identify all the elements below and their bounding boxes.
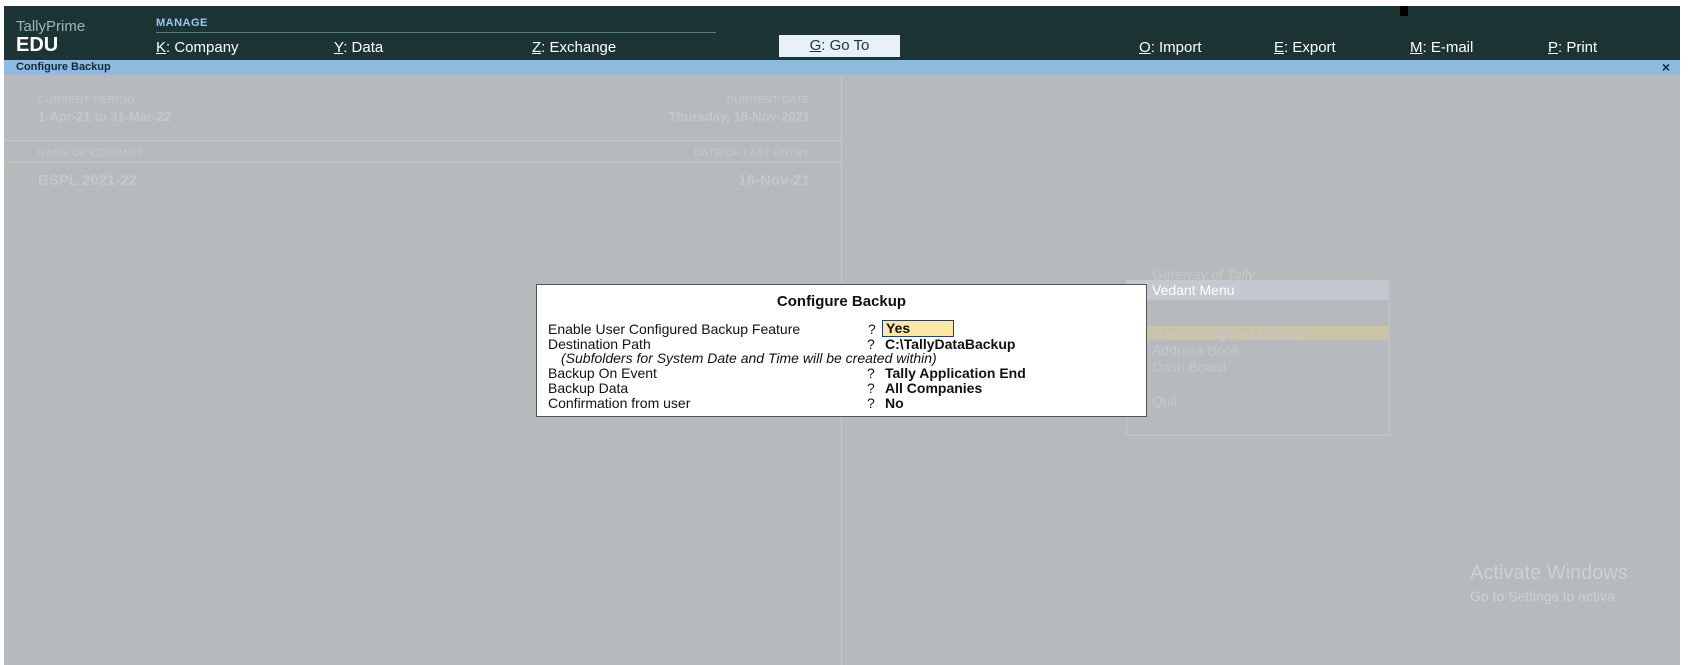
company-name-label: NAME OF COMPANY [38, 148, 144, 159]
manage-section-label: MANAGE [156, 17, 208, 29]
enable-backup-field[interactable]: Yes [882, 320, 954, 337]
last-entry-label: DATE OF LAST ENTRY [694, 148, 810, 159]
confirmation-q: ? [867, 395, 875, 411]
gateway-panel [1126, 280, 1390, 436]
edition-label: EDU [16, 34, 59, 56]
menu-data[interactable]: Y: Data [334, 39, 383, 56]
backup-data-label: Backup Data [548, 380, 629, 396]
window-title-bar: Configure Backup × [4, 59, 1680, 75]
company-name[interactable]: BSPL 2021-22 [38, 172, 137, 189]
menu-export[interactable]: E: Export [1274, 39, 1336, 56]
menu-go-to[interactable]: G: Go To [779, 35, 900, 57]
current-date-value: Thursday, 18-Nov-2021 [668, 109, 810, 124]
destination-path-note: (Subfolders for System Date and Time wil… [561, 350, 937, 366]
backup-data-value[interactable]: All Companies [885, 380, 982, 396]
activation-watermark-title: Activate Windows [1470, 562, 1628, 584]
window-title: Configure Backup [16, 61, 111, 73]
menu-print[interactable]: P: Print [1548, 39, 1597, 56]
current-period-label: CURRENT PERIOD [38, 95, 135, 106]
current-date-label: CURRENT DATE [726, 95, 810, 106]
info-divider-1 [4, 140, 841, 141]
backup-event-label: Backup On Event [548, 365, 657, 381]
enable-backup-q: ? [868, 321, 876, 337]
manage-divider [156, 32, 716, 33]
gateway-item-address-book[interactable]: Address Book [1152, 342, 1239, 358]
confirmation-value[interactable]: No [885, 395, 904, 411]
menu-email[interactable]: M: E-mail [1410, 39, 1473, 56]
enable-backup-label: Enable User Configured Backup Feature [548, 321, 801, 337]
backup-event-value[interactable]: Tally Application End [885, 365, 1026, 381]
info-divider-2 [4, 162, 841, 163]
tally-window: TallyPrime EDU MANAGE K: Company Y: Data… [4, 6, 1680, 665]
configure-backup-dialog: Configure Backup Enable User Configured … [536, 284, 1147, 417]
top-menu-bar: TallyPrime EDU MANAGE K: Company Y: Data… [4, 6, 1680, 60]
backup-data-q: ? [867, 380, 875, 396]
current-period-value: 1-Apr-21 to 31-Mar-22 [38, 109, 171, 124]
backup-event-q: ? [867, 365, 875, 381]
menu-import[interactable]: O: Import [1139, 39, 1202, 56]
menu-exchange[interactable]: Z: Exchange [532, 39, 616, 56]
confirmation-label: Confirmation from user [548, 395, 691, 411]
gateway-item-dash-board[interactable]: Dash Board [1152, 359, 1226, 375]
dialog-title: Configure Backup [776, 293, 907, 310]
menu-company[interactable]: K: Company [156, 39, 239, 56]
cursor-bar [1400, 6, 1408, 16]
activation-watermark-subtitle: Go to Settings to activa [1470, 588, 1615, 604]
close-icon[interactable]: × [1662, 59, 1670, 75]
gateway-item-quit[interactable]: Quit [1152, 393, 1178, 409]
gateway-menu-header: Vedant Menu [1126, 280, 1388, 300]
app-name: TallyPrime [16, 18, 86, 35]
gateway-item-user-configured-backup[interactable]: User Configured Backup [1152, 325, 1305, 341]
last-entry-date: 18-Nov-21 [738, 172, 810, 189]
